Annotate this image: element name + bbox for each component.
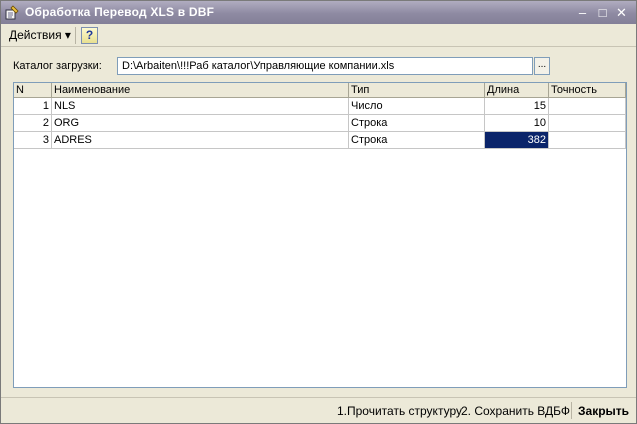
column-header-name[interactable]: Наименование — [52, 83, 349, 98]
cell-precision[interactable] — [549, 98, 626, 114]
cell-name[interactable]: NLS — [52, 98, 349, 114]
cell-name[interactable]: ADRES — [52, 132, 349, 148]
actions-menu[interactable]: Действия ▾ — [9, 28, 71, 42]
column-header-n[interactable]: N — [14, 83, 52, 98]
cell-n[interactable]: 3 — [14, 132, 52, 148]
path-label: Каталог загрузки: — [13, 60, 102, 72]
cell-length[interactable]: 15 — [485, 98, 549, 114]
read-structure-button[interactable]: 1.Прочитать структуру — [337, 404, 462, 418]
cell-type[interactable]: Строка — [349, 115, 485, 131]
table-row[interactable]: 1 NLS Число 15 — [14, 98, 626, 115]
minimize-button[interactable]: – — [574, 4, 591, 21]
cell-precision[interactable] — [549, 132, 626, 148]
close-window-button[interactable]: ✕ — [613, 4, 630, 21]
maximize-button[interactable]: □ — [594, 4, 611, 21]
column-header-length[interactable]: Длина — [485, 83, 549, 98]
dialog-window: Обработка Перевод XLS в DBF – □ ✕ Действ… — [0, 0, 637, 424]
toolbar-separator — [75, 27, 76, 44]
cell-n[interactable]: 2 — [14, 115, 52, 131]
path-input[interactable]: D:\Arbaiten\!!!Раб каталог\Управляющие к… — [117, 57, 533, 75]
cell-length[interactable]: 10 — [485, 115, 549, 131]
button-bar: 1.Прочитать структуру 2. Сохранить ВДБФ … — [1, 397, 636, 423]
cell-type[interactable]: Число — [349, 98, 485, 114]
close-button[interactable]: Закрыть — [578, 404, 629, 418]
column-header-type[interactable]: Тип — [349, 83, 485, 98]
column-header-precision[interactable]: Точность — [549, 83, 626, 98]
button-separator — [571, 402, 572, 419]
cell-length-selected[interactable]: 382 — [485, 132, 549, 148]
cell-n[interactable]: 1 — [14, 98, 52, 114]
window-title: Обработка Перевод XLS в DBF — [25, 5, 215, 19]
title-bar[interactable]: Обработка Перевод XLS в DBF – □ ✕ — [1, 1, 636, 24]
table-row[interactable]: 2 ORG Строка 10 — [14, 115, 626, 132]
table-row[interactable]: 3 ADRES Строка 382 — [14, 132, 626, 149]
app-icon — [5, 5, 19, 20]
table-header: N Наименование Тип Длина Точность — [14, 83, 626, 98]
cell-precision[interactable] — [549, 115, 626, 131]
help-icon[interactable]: ? — [81, 27, 98, 44]
fields-table[interactable]: N Наименование Тип Длина Точность 1 NLS … — [13, 82, 627, 388]
save-dbf-button[interactable]: 2. Сохранить ВДБФ — [461, 404, 570, 418]
cell-type[interactable]: Строка — [349, 132, 485, 148]
browse-button[interactable]: ... — [534, 57, 550, 75]
toolbar: Действия ▾ ? — [1, 24, 636, 47]
cell-name[interactable]: ORG — [52, 115, 349, 131]
